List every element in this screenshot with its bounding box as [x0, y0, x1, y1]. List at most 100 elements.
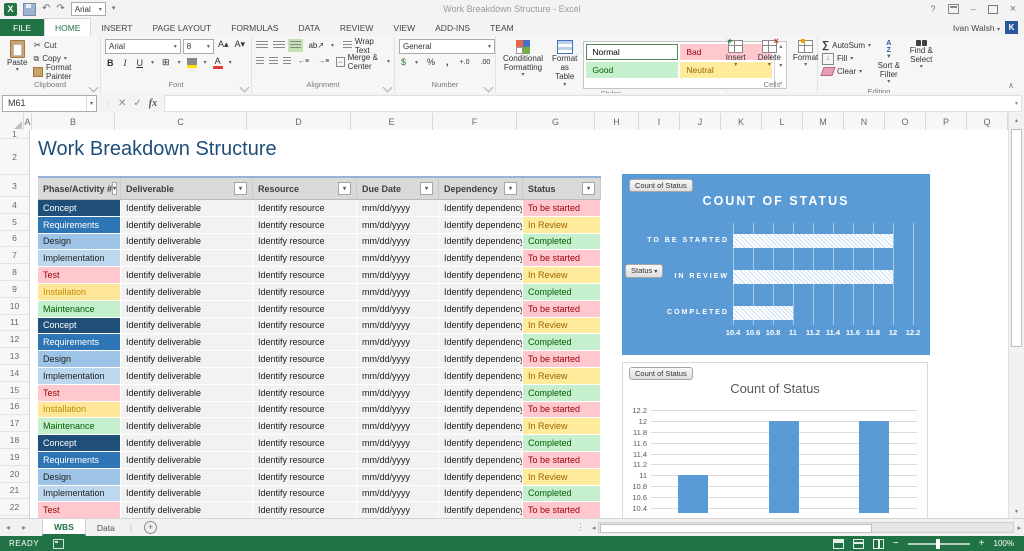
pivot-field-button[interactable]: Count of Status	[629, 179, 693, 192]
insert-cells-button[interactable]: Insert▾	[723, 39, 749, 80]
row-header-2[interactable]: 2	[0, 139, 29, 175]
zoom-out-icon[interactable]: −	[893, 539, 899, 549]
phase-cell[interactable]: Test	[38, 385, 121, 402]
percent-style-button[interactable]: %	[425, 57, 437, 67]
delete-cells-button[interactable]: Delete▾	[755, 39, 784, 80]
due-date-cell[interactable]: mm/dd/yyyy	[357, 502, 439, 518]
column-header-Q[interactable]: Q	[967, 113, 1008, 130]
collapse-ribbon-icon[interactable]: ∧	[1008, 81, 1014, 90]
status-cell[interactable]: To be started	[523, 250, 601, 267]
row-header-20[interactable]: 20	[0, 466, 29, 483]
tab-insert[interactable]: INSERT	[91, 19, 142, 36]
format-as-table-button[interactable]: Format as Table▾	[549, 39, 580, 89]
resource-cell[interactable]: Identify resource	[253, 385, 357, 402]
borders-button[interactable]: ⊞	[160, 57, 172, 68]
deliverable-cell[interactable]: Identify deliverable	[121, 301, 253, 318]
bold-button[interactable]: B	[105, 58, 116, 68]
decrease-indent-icon[interactable]: ←≡	[296, 58, 311, 65]
row-header-18[interactable]: 18	[0, 432, 29, 449]
tab-formulas[interactable]: FORMULAS	[221, 19, 288, 36]
status-cell[interactable]: In Review	[523, 418, 601, 435]
column-header-M[interactable]: M	[803, 113, 844, 130]
decrease-decimal-button[interactable]: .00	[479, 59, 493, 66]
phase-cell[interactable]: Concept	[38, 318, 121, 335]
column-header-O[interactable]: O	[885, 113, 926, 130]
row-header-5[interactable]: 5	[0, 214, 29, 231]
resource-cell[interactable]: Identify resource	[253, 469, 357, 486]
deliverable-cell[interactable]: Identify deliverable	[121, 318, 253, 335]
status-cell[interactable]: Completed	[523, 284, 601, 301]
comma-style-button[interactable]: ,	[444, 57, 451, 67]
dependency-cell[interactable]: Identify dependency	[439, 234, 523, 251]
column-header-K[interactable]: K	[721, 113, 762, 130]
phase-cell[interactable]: Requirements	[38, 452, 121, 469]
cancel-entry-icon[interactable]: ✕	[118, 98, 126, 109]
orientation-button[interactable]: ab↗	[306, 41, 326, 50]
due-date-cell[interactable]: mm/dd/yyyy	[357, 385, 439, 402]
resource-cell[interactable]: Identify resource	[253, 435, 357, 452]
sheet-tab-wbs[interactable]: WBS	[42, 519, 86, 536]
column-header-G[interactable]: G	[517, 113, 595, 130]
zoom-slider[interactable]	[908, 543, 970, 545]
tab-page-layout[interactable]: PAGE LAYOUT	[142, 19, 221, 36]
help-icon[interactable]: ?	[931, 4, 936, 14]
due-date-cell[interactable]: mm/dd/yyyy	[357, 469, 439, 486]
dependency-cell[interactable]: Identify dependency	[439, 267, 523, 284]
align-middle-icon[interactable]	[273, 41, 285, 50]
phase-cell[interactable]: Installation	[38, 402, 121, 419]
resource-cell[interactable]: Identify resource	[253, 234, 357, 251]
sheet-tab-data[interactable]: Data	[86, 519, 126, 536]
insert-function-icon[interactable]: fx	[149, 98, 157, 109]
row-header-4[interactable]: 4	[0, 197, 29, 214]
tab-view[interactable]: VIEW	[383, 19, 425, 36]
row-header-6[interactable]: 6	[0, 231, 29, 248]
dependency-cell[interactable]: Identify dependency	[439, 402, 523, 419]
page-layout-view-icon[interactable]	[853, 539, 864, 549]
deliverable-cell[interactable]: Identify deliverable	[121, 334, 253, 351]
increase-decimal-button[interactable]: +.0	[458, 59, 472, 66]
hscroll-left-icon[interactable]: ◂	[589, 524, 599, 532]
name-box[interactable]: M61▾	[2, 95, 97, 112]
tab-home[interactable]: HOME	[44, 18, 92, 36]
filter-dropdown-icon[interactable]: ▾	[338, 182, 351, 195]
resource-cell[interactable]: Identify resource	[253, 267, 357, 284]
align-right-icon[interactable]	[283, 57, 291, 66]
align-left-icon[interactable]	[256, 57, 264, 66]
italic-button[interactable]: I	[122, 58, 129, 68]
find-select-button[interactable]: Find & Select▾	[907, 39, 936, 87]
align-center-icon[interactable]	[269, 57, 277, 66]
qat-font-box[interactable]: Arial▾	[71, 2, 106, 16]
dependency-cell[interactable]: Identify dependency	[439, 385, 523, 402]
tab-data[interactable]: DATA	[288, 19, 329, 36]
dependency-cell[interactable]: Identify dependency	[439, 217, 523, 234]
minimize-icon[interactable]: –	[971, 4, 976, 14]
hscroll-right-icon[interactable]: ▸	[1014, 524, 1024, 532]
resource-cell[interactable]: Identify resource	[253, 486, 357, 503]
status-cell[interactable]: Completed	[523, 234, 601, 251]
sheet-nav-left-icon[interactable]: ◂	[0, 523, 16, 532]
column-header-N[interactable]: N	[844, 113, 885, 130]
deliverable-cell[interactable]: Identify deliverable	[121, 284, 253, 301]
status-cell[interactable]: Completed	[523, 334, 601, 351]
deliverable-cell[interactable]: Identify deliverable	[121, 368, 253, 385]
deliverable-cell[interactable]: Identify deliverable	[121, 267, 253, 284]
vertical-scrollbar[interactable]: ▴ ▾	[1008, 113, 1024, 518]
due-date-cell[interactable]: mm/dd/yyyy	[357, 318, 439, 335]
status-cell[interactable]: To be started	[523, 351, 601, 368]
row-header-8[interactable]: 8	[0, 264, 29, 281]
resource-cell[interactable]: Identify resource	[253, 351, 357, 368]
number-dialog-launcher[interactable]	[484, 83, 494, 93]
filter-dropdown-icon[interactable]: ▾	[112, 182, 117, 195]
clear-button[interactable]: Clear▾	[822, 65, 871, 78]
restore-icon[interactable]	[988, 5, 998, 14]
grow-font-button[interactable]: A▴	[216, 39, 231, 54]
increase-indent-icon[interactable]: →≡	[316, 58, 331, 65]
phase-cell[interactable]: Design	[38, 234, 121, 251]
deliverable-cell[interactable]: Identify deliverable	[121, 502, 253, 518]
number-format-select[interactable]: General▾	[399, 39, 495, 54]
deliverable-cell[interactable]: Identify deliverable	[121, 217, 253, 234]
column-header-D[interactable]: D	[247, 113, 351, 130]
status-cell[interactable]: To be started	[523, 502, 601, 518]
resource-cell[interactable]: Identify resource	[253, 301, 357, 318]
tab-add-ins[interactable]: ADD-INS	[425, 19, 480, 36]
